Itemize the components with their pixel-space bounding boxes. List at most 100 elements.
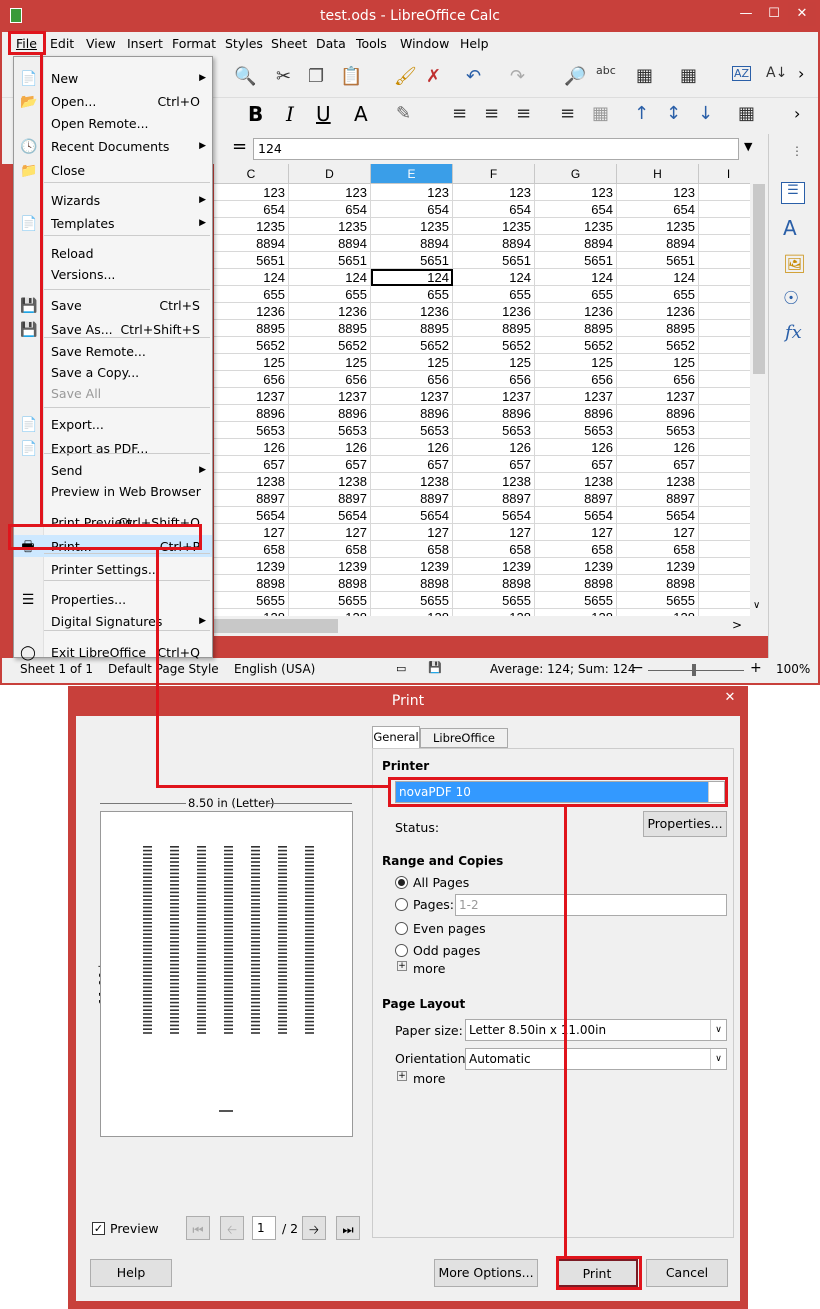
table-cell[interactable]: [699, 286, 750, 303]
functions-panel-icon[interactable]: fx: [785, 322, 802, 343]
table-cell[interactable]: 8894: [214, 235, 289, 252]
vertical-scrollbar[interactable]: ∨: [750, 164, 768, 616]
styles-panel-icon[interactable]: A: [783, 216, 797, 240]
file-menu-item-9[interactable]: Save: [51, 298, 82, 313]
table-cell[interactable]: 654: [535, 201, 617, 218]
more-toolbar-icon[interactable]: ›: [798, 64, 804, 83]
table-cell[interactable]: 8895: [617, 320, 699, 337]
table-cell[interactable]: 5651: [617, 252, 699, 269]
cancel-button[interactable]: Cancel: [646, 1259, 728, 1287]
gallery-panel-icon[interactable]: 🖼: [783, 254, 806, 275]
table-cell[interactable]: 657: [214, 456, 289, 473]
table-cell[interactable]: 123: [535, 184, 617, 201]
table-cell[interactable]: 656: [617, 371, 699, 388]
table-cell[interactable]: 1238: [289, 473, 371, 490]
table-cell[interactable]: [699, 303, 750, 320]
table-cell[interactable]: 655: [535, 286, 617, 303]
table-cell[interactable]: 124: [371, 269, 453, 286]
table-cell[interactable]: 5652: [617, 337, 699, 354]
table-cell[interactable]: 124: [214, 269, 289, 286]
table-cell[interactable]: 5652: [535, 337, 617, 354]
table-cell[interactable]: 8897: [535, 490, 617, 507]
table-cell[interactable]: 1238: [535, 473, 617, 490]
table-cell[interactable]: 5654: [214, 507, 289, 524]
table-cell[interactable]: 124: [535, 269, 617, 286]
table-cell[interactable]: 126: [371, 439, 453, 456]
table-cell[interactable]: 657: [617, 456, 699, 473]
zoom-out-icon[interactable]: −: [632, 660, 644, 676]
font-color-icon[interactable]: A: [354, 102, 368, 126]
table-cell[interactable]: 5655: [371, 592, 453, 609]
align-top-icon[interactable]: ↑: [634, 103, 649, 124]
table-cell[interactable]: 1237: [453, 388, 535, 405]
table-cell[interactable]: [699, 371, 750, 388]
italic-icon[interactable]: I: [286, 102, 294, 126]
table-cell[interactable]: 1239: [535, 558, 617, 575]
table-cell[interactable]: 1239: [617, 558, 699, 575]
table-cell[interactable]: 127: [453, 524, 535, 541]
table-cell[interactable]: 1239: [371, 558, 453, 575]
table-cell[interactable]: 5653: [535, 422, 617, 439]
table-cell[interactable]: 8895: [371, 320, 453, 337]
table-cell[interactable]: 1236: [289, 303, 371, 320]
table-cell[interactable]: [699, 609, 750, 616]
table-cell[interactable]: 123: [214, 184, 289, 201]
table-cell[interactable]: 658: [453, 541, 535, 558]
table-cell[interactable]: 656: [289, 371, 371, 388]
file-menu-item-3[interactable]: Recent Documents: [51, 139, 169, 154]
table-cell[interactable]: 5651: [371, 252, 453, 269]
table-cell[interactable]: [699, 184, 750, 201]
table-cell[interactable]: 8897: [289, 490, 371, 507]
next-page-button[interactable]: 🡢: [302, 1216, 326, 1240]
align-right-icon[interactable]: ≡: [516, 103, 531, 124]
pages-radio[interactable]: [395, 898, 408, 911]
align-center-icon[interactable]: ≡: [484, 103, 499, 124]
table-cell[interactable]: 126: [214, 439, 289, 456]
table-cell[interactable]: 655: [289, 286, 371, 303]
sidebar-menu-icon[interactable]: ⋮: [791, 144, 803, 158]
file-menu-item-11[interactable]: Save Remote...: [51, 344, 146, 359]
file-menu-item-7[interactable]: Reload: [51, 246, 94, 261]
file-menu-item-21[interactable]: Properties...: [51, 592, 126, 607]
table-cell[interactable]: 5655: [214, 592, 289, 609]
table-cell[interactable]: 123: [453, 184, 535, 201]
table-cell[interactable]: 8895: [453, 320, 535, 337]
table-cell[interactable]: 128: [617, 609, 699, 616]
table-cell[interactable]: 658: [371, 541, 453, 558]
table-cell[interactable]: [699, 507, 750, 524]
table-cell[interactable]: 5653: [214, 422, 289, 439]
table-cell[interactable]: 123: [371, 184, 453, 201]
spellcheck-icon[interactable]: abc: [596, 64, 616, 77]
table-cell[interactable]: 8897: [617, 490, 699, 507]
table-cell[interactable]: 128: [214, 609, 289, 616]
table-cell[interactable]: 125: [535, 354, 617, 371]
menu-window[interactable]: Window: [400, 36, 449, 51]
table-cell[interactable]: 5655: [453, 592, 535, 609]
table-cell[interactable]: 126: [453, 439, 535, 456]
table-cell[interactable]: 656: [535, 371, 617, 388]
table-cell[interactable]: 8896: [289, 405, 371, 422]
table-cell[interactable]: 5653: [617, 422, 699, 439]
undo-icon[interactable]: ↶: [466, 66, 481, 87]
table-cell[interactable]: 8897: [453, 490, 535, 507]
table-cell[interactable]: [699, 490, 750, 507]
table-cell[interactable]: 128: [289, 609, 371, 616]
sort-descending-icon[interactable]: A↓: [766, 65, 787, 81]
merge-cells-icon[interactable]: ▦: [592, 103, 609, 124]
table-cell[interactable]: [699, 592, 750, 609]
table-cell[interactable]: 5652: [453, 337, 535, 354]
table-cell[interactable]: 8895: [289, 320, 371, 337]
zoom-slider[interactable]: [648, 670, 744, 671]
menu-data[interactable]: Data: [316, 36, 346, 51]
tab-libreoffice-calc[interactable]: LibreOffice Calc: [420, 728, 508, 763]
table-cell[interactable]: 5654: [371, 507, 453, 524]
table-cell[interactable]: 124: [289, 269, 371, 286]
table-cell[interactable]: 657: [289, 456, 371, 473]
first-page-button[interactable]: ⏮: [186, 1216, 210, 1240]
table-cell[interactable]: 5651: [535, 252, 617, 269]
table-cell[interactable]: 128: [535, 609, 617, 616]
table-cell[interactable]: 8895: [214, 320, 289, 337]
table-cell[interactable]: 1236: [371, 303, 453, 320]
file-menu-item-4[interactable]: Close: [51, 163, 85, 178]
column-header[interactable]: G: [535, 164, 617, 184]
